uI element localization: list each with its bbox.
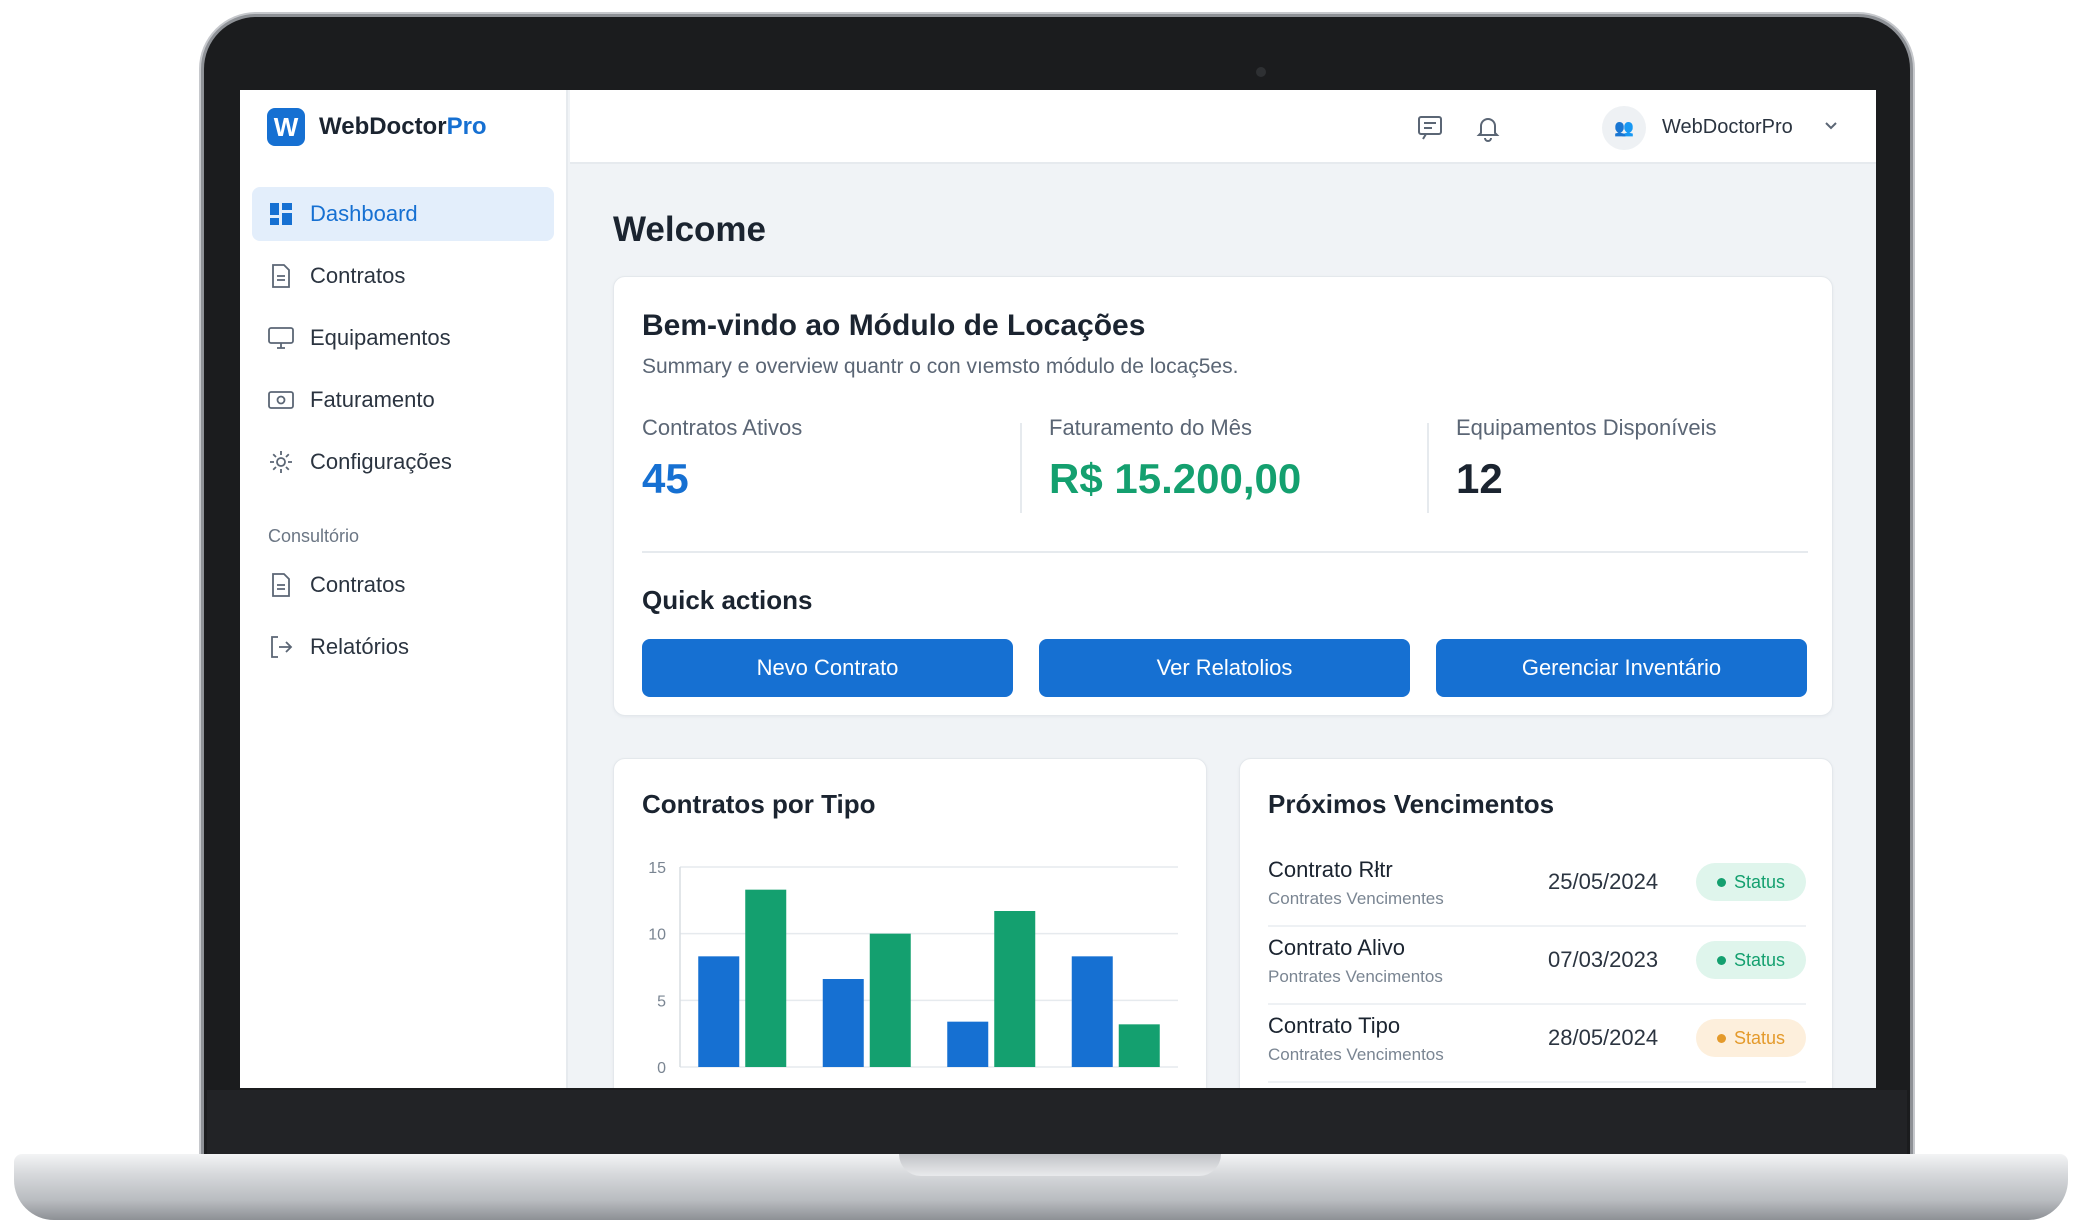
- gear-icon: [268, 449, 294, 475]
- brand[interactable]: W WebDoctorPro: [267, 108, 487, 146]
- stat-label: Contratos Ativos: [642, 415, 803, 440]
- contract-subtitle: Pontrates Vencimentos: [1268, 967, 1443, 986]
- sidebar-item-label: Faturamento: [310, 387, 435, 412]
- contract-date: 28/05/2024: [1548, 1025, 1659, 1050]
- status-badge: Status: [1696, 1019, 1806, 1057]
- hero-title: Bem-vindo ao Módulo de Locações: [642, 309, 1146, 342]
- sidebar-item-label: Relatórios: [310, 634, 410, 659]
- sidebar-item-contratos[interactable]: Contratos: [252, 249, 554, 303]
- sidebar-item-faturamento[interactable]: Faturamento: [252, 373, 554, 427]
- upcoming-title: Próximos Vencimentos: [1268, 789, 1555, 819]
- laptop-chin: [207, 1090, 1907, 1156]
- brand-logo: W: [267, 108, 305, 146]
- divider: [642, 551, 1808, 553]
- stat-value: 45: [642, 455, 689, 502]
- list-item[interactable]: Contrato Rłtr Contrates Vencimentes 25/0…: [1268, 849, 1806, 927]
- export-icon: [268, 634, 294, 660]
- manage-inventory-button[interactable]: Gerenciar Inventário: [1436, 639, 1807, 697]
- status-dot: [1716, 955, 1726, 965]
- list-item[interactable]: Contrato Alivo Pontrates Vencimentos 07/…: [1268, 927, 1806, 1005]
- y-tick-label: 15: [648, 860, 666, 877]
- stat-label: Equipamentos Disponíveis: [1456, 415, 1717, 440]
- contract-subtitle: Contrates Vencimentes: [1268, 889, 1444, 908]
- chart-bar: [994, 911, 1036, 1067]
- chart-bar: [1071, 956, 1113, 1067]
- brand-name: WebDoctorPro: [319, 113, 487, 141]
- chart-bar: [869, 933, 911, 1067]
- document-icon: [268, 572, 294, 598]
- sidebar-item-label: Dashboard: [310, 201, 418, 226]
- contract-date: 07/03/2023: [1548, 947, 1659, 972]
- bell-icon[interactable]: [1472, 112, 1504, 144]
- chart-card: Contratos por Tipo 0 5 10 15: [613, 758, 1207, 1088]
- status-dot: [1716, 1033, 1726, 1043]
- stat-value: 12: [1456, 455, 1503, 502]
- screen: W WebDoctorPro Dashboard Contratos Equip…: [240, 90, 1876, 1088]
- new-contract-button[interactable]: Nevo Contrato: [642, 639, 1013, 697]
- laptop-notch: [899, 1154, 1221, 1176]
- bar-chart: 0 5 10 15: [648, 860, 1178, 1077]
- hero-card: Bem-vindo ao Módulo de Locações Summary …: [613, 276, 1833, 716]
- sidebar-nav-secondary: Contratos Relatórios: [252, 558, 554, 682]
- stat-divider: [1020, 423, 1022, 513]
- sidebar-item-label: Configurações: [310, 449, 452, 474]
- sidebar-item-configuracoes[interactable]: Configurações: [252, 435, 554, 489]
- camera: [1256, 67, 1266, 77]
- chart-bar: [822, 979, 864, 1067]
- sidebar-item-label: Contratos: [310, 263, 406, 288]
- contract-name: Contrato Rłtr: [1268, 857, 1393, 882]
- chart-bar: [698, 956, 740, 1067]
- status-label: Status: [1733, 871, 1786, 892]
- chart-bar: [1118, 1024, 1160, 1067]
- contract-name: Contrato Alivo: [1268, 935, 1405, 960]
- chevron-down-icon[interactable]: [1822, 116, 1840, 139]
- sidebar-item-consultorio-contratos[interactable]: Contratos: [252, 558, 554, 612]
- hero-subtitle: Summary e overview quantr o con vıemsto …: [642, 355, 1239, 378]
- sidebar-item-label: Equipamentos: [310, 325, 451, 350]
- upcoming-card: Próximos Vencimentos Contrato Rłtr Contr…: [1239, 758, 1833, 1088]
- y-tick-label: 5: [657, 993, 666, 1010]
- chart-bar: [745, 889, 787, 1067]
- contract-date: 25/05/2024: [1548, 869, 1659, 894]
- quick-actions-title: Quick actions: [642, 585, 813, 615]
- document-icon: [268, 263, 294, 289]
- status-badge: Status: [1696, 941, 1806, 979]
- y-tick-label: 0: [657, 1060, 666, 1077]
- sidebar-nav: Dashboard Contratos Equipamentos Faturam…: [252, 187, 554, 497]
- contract-name: Contrato Tipo: [1268, 1013, 1401, 1038]
- monitor-icon: [268, 325, 294, 351]
- status-label: Status: [1733, 949, 1786, 970]
- billing-icon: [268, 387, 294, 413]
- sidebar-item-equipamentos[interactable]: Equipamentos: [252, 311, 554, 365]
- sidebar-section-label: Consultório: [268, 526, 360, 546]
- view-reports-button[interactable]: Ver Relatolios: [1039, 639, 1410, 697]
- sidebar-item-relatorios[interactable]: Relatórios: [252, 620, 554, 674]
- status-label: Status: [1733, 1027, 1786, 1048]
- stat-label: Faturamento do Mês: [1049, 415, 1252, 440]
- stat-divider: [1427, 423, 1429, 513]
- brand-name-main: WebDoctor: [319, 113, 447, 140]
- stat-value: R$ 15.200,00: [1049, 455, 1302, 502]
- chart-bar: [947, 1021, 989, 1067]
- brand-name-accent: Pro: [446, 113, 487, 140]
- stat-contratos-ativos: Contratos Ativos 45: [642, 415, 802, 515]
- contract-subtitle: Contrates Vencimentos: [1268, 1045, 1444, 1064]
- sidebar-item-dashboard[interactable]: Dashboard: [252, 187, 554, 241]
- user-name[interactable]: WebDoctorPro: [1662, 116, 1793, 139]
- topbar: 👥 WebDoctorPro: [570, 90, 1876, 164]
- stat-faturamento: Faturamento do Mês R$ 15.200,00: [1049, 415, 1301, 515]
- avatar[interactable]: 👥: [1602, 106, 1646, 150]
- chat-icon[interactable]: [1414, 112, 1446, 144]
- y-tick-label: 10: [648, 927, 666, 944]
- status-dot: [1716, 877, 1726, 887]
- sidebar-item-label: Contratos: [310, 572, 406, 597]
- status-badge: Status: [1696, 863, 1806, 901]
- list-item[interactable]: Contrato Tipo Contrates Vencimentos 28/0…: [1268, 1005, 1806, 1083]
- page-title: Welcome: [613, 210, 767, 249]
- dashboard-icon: [268, 201, 294, 227]
- sidebar: W WebDoctorPro Dashboard Contratos Equip…: [240, 90, 568, 1088]
- stat-equipamentos: Equipamentos Disponíveis 12: [1456, 415, 1716, 515]
